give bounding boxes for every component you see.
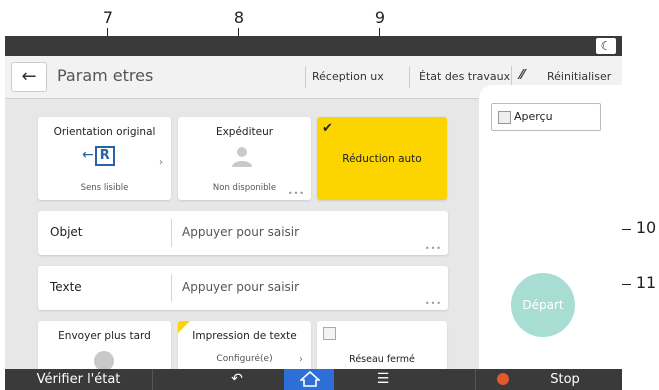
back-nav-icon[interactable]: ↶	[217, 369, 257, 390]
callout-9: 9	[374, 8, 386, 27]
preview-toggle[interactable]: Aperçu	[491, 103, 601, 131]
closed-network-tile[interactable]: Réseau fermé	[317, 321, 447, 371]
home-button[interactable]	[284, 369, 334, 390]
sender-title: Expéditeur	[215, 126, 274, 138]
print-text-title: Impression de texte	[192, 330, 297, 342]
orientation-title: Orientation original	[53, 126, 156, 138]
auto-reduction-tile[interactable]: ✔ Réduction auto	[317, 117, 447, 200]
check-status-button[interactable]: Vérifier l'état	[5, 369, 152, 390]
divider	[171, 219, 172, 247]
text-input[interactable]: Appuyer pour saisir	[182, 280, 299, 294]
menu-icon[interactable]: ☰	[363, 369, 403, 390]
send-later-tile[interactable]: Envoyer plus tard	[38, 321, 171, 371]
more-dots-icon: •••	[287, 189, 305, 198]
preview-checkbox[interactable]	[498, 111, 511, 124]
energy-saver-icon[interactable]: ☾	[596, 38, 616, 54]
subject-input[interactable]: Appuyer pour saisir	[182, 225, 299, 239]
orientation-r-icon: ← R	[82, 146, 115, 166]
more-dots-icon: •••	[424, 299, 442, 308]
reset-icon[interactable]: ⁄⁄	[520, 68, 524, 83]
reception-link[interactable]: Réception ux	[312, 70, 384, 83]
more-dots-icon: •••	[424, 244, 442, 253]
closed-network-title: Réseau fermé	[349, 354, 415, 365]
user-icon	[232, 147, 252, 167]
device-screen: ☾ ← Param etres Réception ux État des tr…	[5, 36, 622, 390]
checkmark-icon: ✔	[322, 121, 333, 136]
print-text-value: Configuré(e)	[216, 354, 273, 364]
back-button[interactable]: ←	[11, 62, 47, 92]
job-status-link[interactable]: État des travaux	[419, 70, 510, 83]
orientation-tile[interactable]: Orientation original ← R › Sens lisible	[38, 117, 171, 200]
bottom-bar: Vérifier l'état ↶ ☰ Stop	[5, 369, 622, 390]
main-content: Orientation original ← R › Sens lisible E…	[5, 85, 622, 375]
clock-icon	[94, 351, 114, 371]
right-panel: Aperçu Départ	[479, 85, 622, 375]
divider	[409, 66, 410, 88]
preview-label: Aperçu	[514, 110, 553, 123]
orientation-value: Sens lisible	[80, 183, 129, 193]
callout-7: 7	[102, 8, 114, 27]
chevron-right-icon: ›	[159, 157, 163, 168]
text-label: Texte	[50, 280, 82, 294]
start-button[interactable]: Départ	[511, 273, 575, 337]
divider	[305, 66, 306, 88]
callout-10: 10	[635, 218, 657, 237]
print-text-tile[interactable]: Impression de texte Configuré(e) ›	[178, 321, 311, 371]
checkbox[interactable]	[323, 327, 336, 340]
chevron-right-icon: ›	[299, 354, 303, 365]
callout-11: 11	[635, 273, 657, 292]
send-later-title: Envoyer plus tard	[58, 330, 151, 342]
callout-8: 8	[233, 8, 245, 27]
stop-icon	[497, 373, 509, 385]
sender-tile[interactable]: Expéditeur Non disponible •••	[178, 117, 311, 200]
stop-button[interactable]: Stop	[535, 369, 595, 390]
subject-field[interactable]: Objet Appuyer pour saisir •••	[38, 211, 448, 255]
text-field[interactable]: Texte Appuyer pour saisir •••	[38, 266, 448, 310]
subject-label: Objet	[50, 225, 83, 239]
status-bar: ☾	[5, 36, 622, 56]
divider	[152, 369, 153, 390]
auto-reduction-label: Réduction auto	[342, 153, 422, 165]
reset-button[interactable]: Réinitialiser	[547, 70, 611, 83]
home-icon	[300, 371, 320, 387]
page-title: Param etres	[57, 66, 154, 85]
divider	[171, 274, 172, 302]
divider	[475, 369, 476, 390]
